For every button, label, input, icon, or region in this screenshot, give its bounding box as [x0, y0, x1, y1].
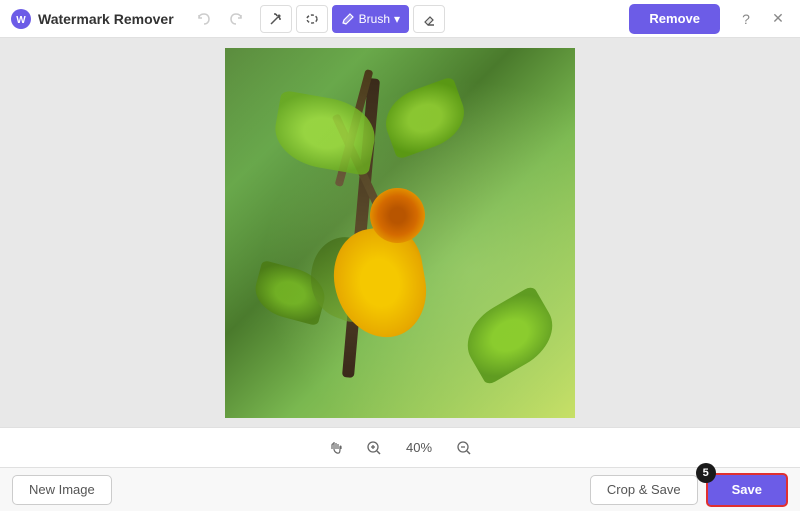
close-button[interactable]: ✕ [766, 7, 790, 31]
help-button[interactable]: ? [734, 7, 758, 31]
toolbar-undo-redo [190, 5, 250, 33]
window-controls: ? ✕ [734, 7, 790, 31]
zoom-out-button[interactable] [451, 435, 477, 461]
app-logo: W [10, 8, 32, 30]
eraser-button[interactable] [413, 5, 445, 33]
canvas-image[interactable] [225, 48, 575, 418]
toolbar-tools: Brush ▾ [260, 5, 445, 33]
crop-save-button[interactable]: Crop & Save [590, 475, 698, 505]
badge-number: 5 [696, 463, 716, 483]
title-bar: W Watermark Remover [0, 0, 800, 38]
undo-button[interactable] [190, 5, 218, 33]
image-container[interactable] [225, 48, 575, 418]
footer-right: Crop & Save 5 Save [590, 473, 788, 507]
bird-head [370, 188, 425, 243]
hand-tool-button[interactable] [323, 435, 349, 461]
main-canvas-area [0, 38, 800, 427]
magic-wand-button[interactable] [260, 5, 292, 33]
brush-button[interactable]: Brush ▾ [332, 5, 409, 33]
new-image-button[interactable]: New Image [12, 475, 112, 505]
svg-text:W: W [16, 15, 26, 26]
footer: New Image Crop & Save 5 Save [0, 467, 800, 511]
save-container: 5 Save [706, 473, 788, 507]
zoom-level-display: 40% [399, 440, 439, 455]
app-title: Watermark Remover [38, 11, 174, 27]
save-button[interactable]: Save [706, 473, 788, 507]
redo-button[interactable] [222, 5, 250, 33]
remove-button[interactable]: Remove [629, 4, 720, 34]
zoom-in-button[interactable] [361, 435, 387, 461]
zoom-control-bar: 40% [0, 427, 800, 467]
lasso-button[interactable] [296, 5, 328, 33]
